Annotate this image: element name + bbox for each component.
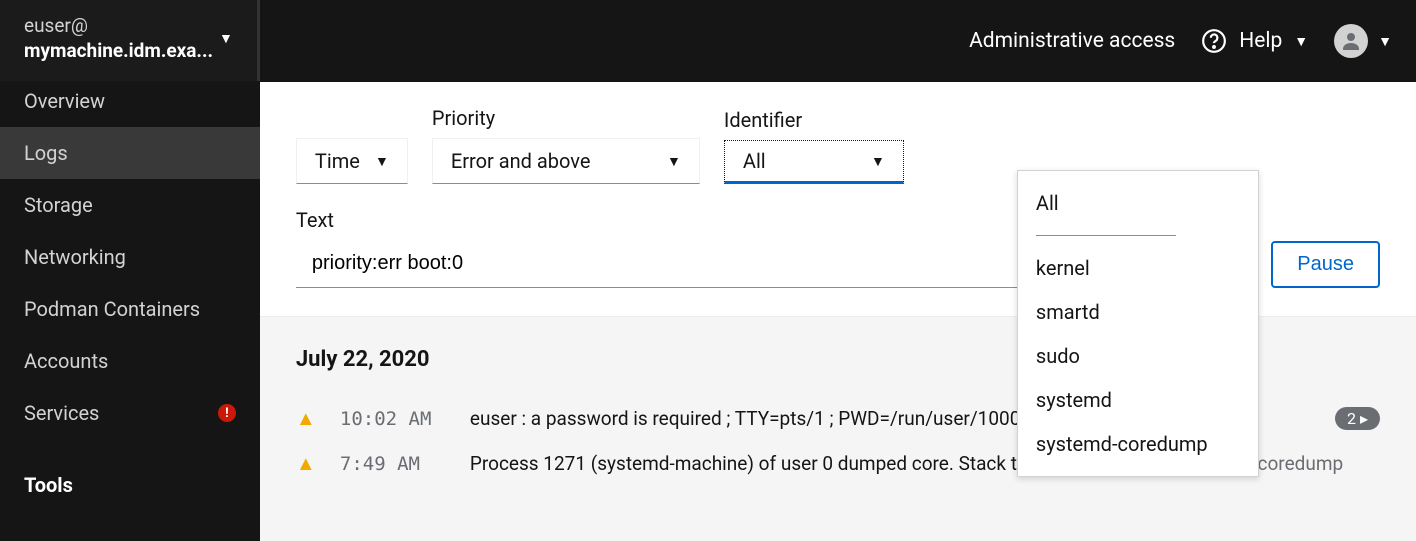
- host-selector[interactable]: euser@ mymachine.idm.exa... ▼: [0, 0, 260, 81]
- chevron-down-icon: ▼: [667, 153, 681, 170]
- help-menu[interactable]: Help ▼: [1201, 28, 1308, 54]
- warning-icon: ▲: [296, 406, 320, 431]
- priority-select[interactable]: Error and above ▼: [432, 138, 700, 184]
- divider: [1036, 235, 1176, 236]
- chevron-down-icon: ▼: [219, 30, 233, 47]
- pause-button[interactable]: Pause: [1271, 241, 1380, 288]
- user-menu[interactable]: ▼: [1334, 24, 1392, 58]
- identifier-option-systemd[interactable]: systemd: [1018, 378, 1258, 422]
- sidebar-item-storage[interactable]: Storage: [0, 179, 260, 231]
- identifier-select-value: All: [743, 149, 766, 173]
- alert-icon: !: [218, 404, 236, 422]
- priority-select-value: Error and above: [451, 149, 591, 173]
- identifier-option-systemd-coredump[interactable]: systemd-coredump: [1018, 422, 1258, 466]
- sidebar-item-label: Accounts: [24, 349, 108, 373]
- sidebar-section-tools: Tools: [0, 459, 260, 511]
- sidebar-item-podman-containers[interactable]: Podman Containers: [0, 283, 260, 335]
- log-time: 10:02 AM: [340, 408, 450, 430]
- identifier-label: Identifier: [724, 108, 904, 132]
- host-machine: mymachine.idm.exa...: [24, 39, 213, 64]
- text-filter-input[interactable]: [296, 240, 1134, 288]
- sidebar-item-label: Networking: [24, 245, 126, 269]
- sidebar-item-label: Logs: [24, 141, 68, 165]
- admin-access-label[interactable]: Administrative access: [969, 29, 1175, 53]
- sidebar-item-label: Overview: [24, 89, 105, 113]
- identifier-option-sudo[interactable]: sudo: [1018, 334, 1258, 378]
- sidebar-item-overview[interactable]: Overview: [0, 81, 260, 127]
- sidebar-item-logs[interactable]: Logs: [0, 127, 260, 179]
- time-select[interactable]: Time ▼: [296, 138, 408, 184]
- main-area: Administrative access Help ▼ ▼ Time: [260, 0, 1416, 541]
- time-select-label: Time: [315, 149, 360, 173]
- avatar-icon: [1334, 24, 1368, 58]
- sidebar-item-networking[interactable]: Networking: [0, 231, 260, 283]
- priority-label: Priority: [432, 106, 700, 130]
- help-icon: [1201, 28, 1227, 54]
- log-time: 7:49 AM: [340, 453, 450, 475]
- identifier-dropdown: All kernel smartd sudo systemd systemd-c…: [1017, 170, 1259, 477]
- sidebar-item-accounts[interactable]: Accounts: [0, 335, 260, 387]
- sidebar-item-label: Storage: [24, 193, 93, 217]
- sidebar: euser@ mymachine.idm.exa... ▼ Overview L…: [0, 0, 260, 541]
- text-filter-label: Text: [296, 208, 1134, 232]
- identifier-option-smartd[interactable]: smartd: [1018, 290, 1258, 334]
- identifier-select[interactable]: All ▼: [724, 140, 904, 184]
- help-label: Help: [1239, 29, 1282, 53]
- warning-icon: ▲: [296, 451, 320, 476]
- sidebar-item-label: Services: [24, 401, 99, 425]
- filter-bar: Time ▼ Priority Error and above ▼ Identi…: [260, 82, 1416, 317]
- identifier-option-kernel[interactable]: kernel: [1018, 246, 1258, 290]
- sidebar-item-label: Podman Containers: [24, 297, 200, 321]
- chevron-down-icon: ▼: [871, 153, 885, 170]
- log-message: euser : a password is required ; TTY=pts…: [470, 407, 1095, 430]
- chevron-down-icon: ▼: [375, 153, 389, 170]
- chevron-down-icon: ▼: [1294, 33, 1308, 50]
- sidebar-nav: Overview Logs Storage Networking Podman …: [0, 81, 260, 541]
- host-user: euser@: [24, 14, 213, 39]
- sidebar-item-services[interactable]: Services !: [0, 387, 260, 439]
- identifier-option-all[interactable]: All: [1018, 181, 1258, 225]
- log-count-badge: 2▸: [1335, 407, 1380, 430]
- chevron-down-icon: ▼: [1378, 33, 1392, 50]
- topbar: Administrative access Help ▼ ▼: [260, 0, 1416, 82]
